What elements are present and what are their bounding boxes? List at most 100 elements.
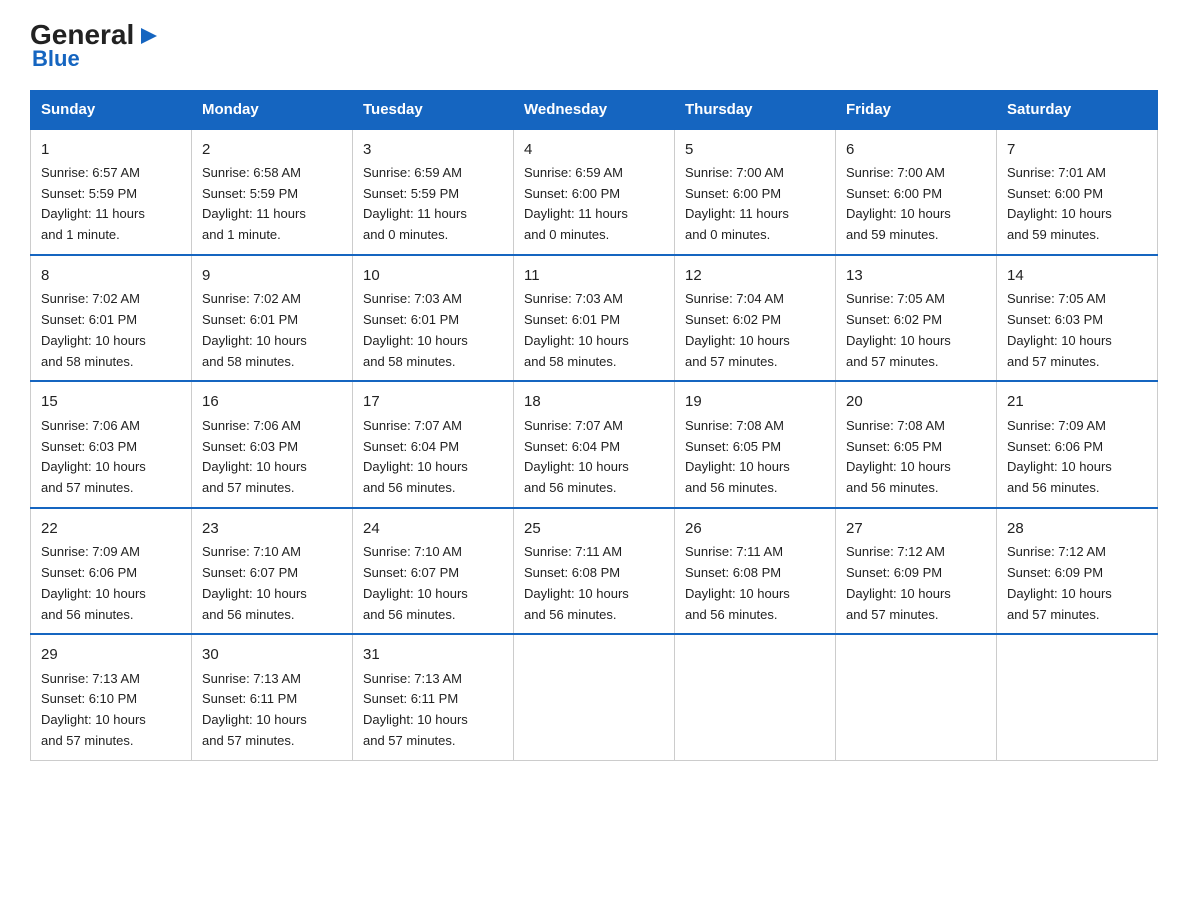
day-info: Sunrise: 7:03 AMSunset: 6:01 PMDaylight:…	[524, 291, 629, 368]
calendar-week-row: 15 Sunrise: 7:06 AMSunset: 6:03 PMDaylig…	[31, 381, 1158, 507]
calendar-cell: 14 Sunrise: 7:05 AMSunset: 6:03 PMDaylig…	[997, 255, 1158, 381]
calendar-cell: 16 Sunrise: 7:06 AMSunset: 6:03 PMDaylig…	[192, 381, 353, 507]
calendar-cell	[836, 634, 997, 760]
calendar-cell: 19 Sunrise: 7:08 AMSunset: 6:05 PMDaylig…	[675, 381, 836, 507]
calendar-cell: 13 Sunrise: 7:05 AMSunset: 6:02 PMDaylig…	[836, 255, 997, 381]
day-number: 18	[524, 390, 664, 413]
day-info: Sunrise: 7:13 AMSunset: 6:10 PMDaylight:…	[41, 671, 146, 748]
calendar-cell: 5 Sunrise: 7:00 AMSunset: 6:00 PMDayligh…	[675, 129, 836, 255]
calendar-cell: 25 Sunrise: 7:11 AMSunset: 6:08 PMDaylig…	[514, 508, 675, 634]
calendar-cell: 17 Sunrise: 7:07 AMSunset: 6:04 PMDaylig…	[353, 381, 514, 507]
day-number: 16	[202, 390, 342, 413]
column-header-saturday: Saturday	[997, 90, 1158, 129]
day-info: Sunrise: 7:05 AMSunset: 6:02 PMDaylight:…	[846, 291, 951, 368]
day-number: 13	[846, 264, 986, 287]
logo-blue-label: Blue	[32, 46, 80, 72]
day-number: 14	[1007, 264, 1147, 287]
day-number: 29	[41, 643, 181, 666]
day-number: 25	[524, 517, 664, 540]
day-info: Sunrise: 7:02 AMSunset: 6:01 PMDaylight:…	[41, 291, 146, 368]
calendar-cell: 26 Sunrise: 7:11 AMSunset: 6:08 PMDaylig…	[675, 508, 836, 634]
day-info: Sunrise: 7:12 AMSunset: 6:09 PMDaylight:…	[1007, 544, 1112, 621]
calendar-table: SundayMondayTuesdayWednesdayThursdayFrid…	[30, 90, 1158, 761]
calendar-cell: 2 Sunrise: 6:58 AMSunset: 5:59 PMDayligh…	[192, 129, 353, 255]
page-header: General Blue	[30, 20, 1158, 72]
logo-general-text: General	[30, 21, 134, 49]
day-info: Sunrise: 7:09 AMSunset: 6:06 PMDaylight:…	[1007, 418, 1112, 495]
day-info: Sunrise: 7:10 AMSunset: 6:07 PMDaylight:…	[202, 544, 307, 621]
calendar-cell: 21 Sunrise: 7:09 AMSunset: 6:06 PMDaylig…	[997, 381, 1158, 507]
calendar-cell: 22 Sunrise: 7:09 AMSunset: 6:06 PMDaylig…	[31, 508, 192, 634]
calendar-cell: 7 Sunrise: 7:01 AMSunset: 6:00 PMDayligh…	[997, 129, 1158, 255]
day-info: Sunrise: 7:09 AMSunset: 6:06 PMDaylight:…	[41, 544, 146, 621]
calendar-cell: 30 Sunrise: 7:13 AMSunset: 6:11 PMDaylig…	[192, 634, 353, 760]
calendar-cell: 11 Sunrise: 7:03 AMSunset: 6:01 PMDaylig…	[514, 255, 675, 381]
day-info: Sunrise: 7:00 AMSunset: 6:00 PMDaylight:…	[685, 165, 789, 242]
day-number: 24	[363, 517, 503, 540]
day-info: Sunrise: 7:11 AMSunset: 6:08 PMDaylight:…	[524, 544, 629, 621]
day-info: Sunrise: 7:00 AMSunset: 6:00 PMDaylight:…	[846, 165, 951, 242]
calendar-week-row: 22 Sunrise: 7:09 AMSunset: 6:06 PMDaylig…	[31, 508, 1158, 634]
calendar-week-row: 1 Sunrise: 6:57 AMSunset: 5:59 PMDayligh…	[31, 129, 1158, 255]
day-info: Sunrise: 7:11 AMSunset: 6:08 PMDaylight:…	[685, 544, 790, 621]
column-header-monday: Monday	[192, 90, 353, 129]
day-info: Sunrise: 6:58 AMSunset: 5:59 PMDaylight:…	[202, 165, 306, 242]
day-number: 30	[202, 643, 342, 666]
day-number: 22	[41, 517, 181, 540]
calendar-cell: 18 Sunrise: 7:07 AMSunset: 6:04 PMDaylig…	[514, 381, 675, 507]
day-info: Sunrise: 7:05 AMSunset: 6:03 PMDaylight:…	[1007, 291, 1112, 368]
day-info: Sunrise: 7:13 AMSunset: 6:11 PMDaylight:…	[202, 671, 307, 748]
day-number: 15	[41, 390, 181, 413]
calendar-cell: 12 Sunrise: 7:04 AMSunset: 6:02 PMDaylig…	[675, 255, 836, 381]
column-header-thursday: Thursday	[675, 90, 836, 129]
day-info: Sunrise: 7:07 AMSunset: 6:04 PMDaylight:…	[524, 418, 629, 495]
day-number: 8	[41, 264, 181, 287]
calendar-cell: 9 Sunrise: 7:02 AMSunset: 6:01 PMDayligh…	[192, 255, 353, 381]
day-info: Sunrise: 6:59 AMSunset: 5:59 PMDaylight:…	[363, 165, 467, 242]
day-info: Sunrise: 7:01 AMSunset: 6:00 PMDaylight:…	[1007, 165, 1112, 242]
day-info: Sunrise: 7:03 AMSunset: 6:01 PMDaylight:…	[363, 291, 468, 368]
column-header-wednesday: Wednesday	[514, 90, 675, 129]
day-number: 17	[363, 390, 503, 413]
day-info: Sunrise: 7:04 AMSunset: 6:02 PMDaylight:…	[685, 291, 790, 368]
day-number: 7	[1007, 138, 1147, 161]
calendar-cell: 23 Sunrise: 7:10 AMSunset: 6:07 PMDaylig…	[192, 508, 353, 634]
day-number: 1	[41, 138, 181, 161]
calendar-cell: 1 Sunrise: 6:57 AMSunset: 5:59 PMDayligh…	[31, 129, 192, 255]
calendar-cell: 31 Sunrise: 7:13 AMSunset: 6:11 PMDaylig…	[353, 634, 514, 760]
column-header-sunday: Sunday	[31, 90, 192, 129]
day-number: 4	[524, 138, 664, 161]
day-number: 5	[685, 138, 825, 161]
day-number: 2	[202, 138, 342, 161]
calendar-cell: 15 Sunrise: 7:06 AMSunset: 6:03 PMDaylig…	[31, 381, 192, 507]
day-info: Sunrise: 7:07 AMSunset: 6:04 PMDaylight:…	[363, 418, 468, 495]
calendar-week-row: 29 Sunrise: 7:13 AMSunset: 6:10 PMDaylig…	[31, 634, 1158, 760]
day-info: Sunrise: 7:06 AMSunset: 6:03 PMDaylight:…	[41, 418, 146, 495]
day-info: Sunrise: 7:10 AMSunset: 6:07 PMDaylight:…	[363, 544, 468, 621]
day-info: Sunrise: 6:59 AMSunset: 6:00 PMDaylight:…	[524, 165, 628, 242]
day-number: 19	[685, 390, 825, 413]
column-header-tuesday: Tuesday	[353, 90, 514, 129]
day-info: Sunrise: 7:06 AMSunset: 6:03 PMDaylight:…	[202, 418, 307, 495]
calendar-cell	[514, 634, 675, 760]
day-number: 10	[363, 264, 503, 287]
day-number: 12	[685, 264, 825, 287]
day-info: Sunrise: 7:08 AMSunset: 6:05 PMDaylight:…	[685, 418, 790, 495]
calendar-cell: 3 Sunrise: 6:59 AMSunset: 5:59 PMDayligh…	[353, 129, 514, 255]
day-info: Sunrise: 7:12 AMSunset: 6:09 PMDaylight:…	[846, 544, 951, 621]
day-info: Sunrise: 7:02 AMSunset: 6:01 PMDaylight:…	[202, 291, 307, 368]
calendar-cell: 6 Sunrise: 7:00 AMSunset: 6:00 PMDayligh…	[836, 129, 997, 255]
day-number: 26	[685, 517, 825, 540]
column-header-friday: Friday	[836, 90, 997, 129]
logo: General Blue	[30, 20, 164, 72]
logo-arrow-icon	[135, 20, 163, 50]
calendar-cell: 10 Sunrise: 7:03 AMSunset: 6:01 PMDaylig…	[353, 255, 514, 381]
calendar-cell: 8 Sunrise: 7:02 AMSunset: 6:01 PMDayligh…	[31, 255, 192, 381]
calendar-cell	[997, 634, 1158, 760]
day-info: Sunrise: 7:08 AMSunset: 6:05 PMDaylight:…	[846, 418, 951, 495]
day-number: 3	[363, 138, 503, 161]
calendar-cell: 28 Sunrise: 7:12 AMSunset: 6:09 PMDaylig…	[997, 508, 1158, 634]
calendar-cell: 29 Sunrise: 7:13 AMSunset: 6:10 PMDaylig…	[31, 634, 192, 760]
calendar-week-row: 8 Sunrise: 7:02 AMSunset: 6:01 PMDayligh…	[31, 255, 1158, 381]
calendar-cell: 24 Sunrise: 7:10 AMSunset: 6:07 PMDaylig…	[353, 508, 514, 634]
